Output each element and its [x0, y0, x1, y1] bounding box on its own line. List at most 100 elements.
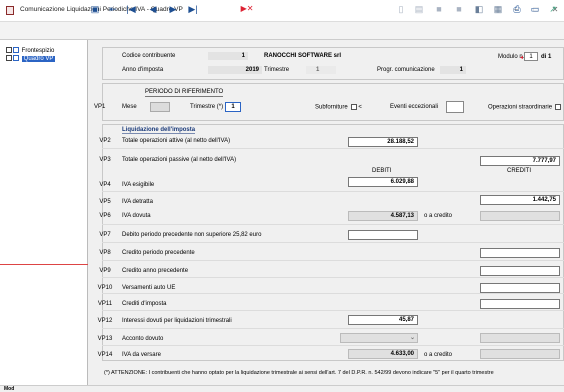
subforniture-checkbox[interactable]: [350, 104, 357, 110]
panel2-icon[interactable]: ■: [452, 3, 466, 15]
vp14-debiti-field: 4.633,00: [348, 349, 418, 359]
progr-label: Progr. comunicazione: [377, 67, 435, 73]
vp7-debiti-field[interactable]: [348, 230, 418, 240]
tree-item-frontespizio[interactable]: Frontespizio: [6, 47, 54, 55]
row-label: Credito anno precedente: [122, 268, 189, 274]
row-code: VP2: [99, 138, 111, 144]
row-label: Crediti d'imposta: [122, 301, 167, 307]
vp9-crediti-field[interactable]: [480, 266, 560, 276]
row-code: VP10: [97, 285, 113, 291]
vp6-suffix: o a credito: [424, 213, 453, 219]
vp4-debiti-field[interactable]: 6.029,88: [348, 177, 418, 187]
row-separator: [102, 242, 564, 243]
save-icon[interactable]: ▣: [88, 3, 102, 15]
row-separator: [102, 328, 564, 329]
row-code: VP9: [99, 268, 111, 274]
trimestre-label: Trimestre (*): [190, 104, 224, 110]
vp8-crediti-field[interactable]: [480, 248, 560, 258]
row-label: Debito periodo precedente non superiore …: [122, 232, 262, 238]
toolbar: [0, 22, 564, 40]
anno-value: 2019: [208, 66, 262, 74]
debiti-header: DEBITI: [372, 168, 392, 174]
first-icon[interactable]: |◀: [124, 3, 138, 15]
crediti-header: CREDITI: [507, 168, 531, 174]
modulo-prev-icon[interactable]: ◂: [520, 54, 523, 61]
row-code: VP4: [99, 182, 111, 188]
tree-checked-icon[interactable]: [13, 47, 19, 54]
tree-checked-icon[interactable]: [13, 55, 19, 62]
mese-label: Mese: [122, 104, 137, 110]
help-icon[interactable]: ◧: [472, 3, 486, 15]
eventi-label: Eventi eccezionali: [390, 104, 439, 110]
row-separator: [102, 191, 564, 192]
row-label: Versamenti auto UE: [122, 285, 176, 291]
tree-item-quadro-vp[interactable]: Quadro VP: [6, 55, 56, 63]
operazioni-checkbox[interactable]: [555, 104, 562, 110]
vp10-crediti-field[interactable]: [480, 283, 560, 293]
monitor-icon[interactable]: ▭: [528, 3, 542, 15]
tree-checkbox-icon[interactable]: [6, 55, 12, 62]
row-code: VP3: [99, 157, 111, 163]
navigation-tree: [0, 40, 88, 392]
panel-icon[interactable]: ■: [432, 3, 446, 15]
vp12-debiti-field[interactable]: 45,87: [348, 315, 418, 325]
subforniture-label: Subforniture <: [315, 104, 362, 111]
row-label: IVA detratta: [122, 199, 153, 205]
row-code: VP13: [97, 336, 113, 342]
row-code: VP7: [99, 232, 111, 238]
modulo-input[interactable]: 1: [524, 52, 538, 61]
vp13-crediti-field: [480, 333, 560, 343]
row-separator: [102, 310, 564, 311]
codice-value: 1: [208, 52, 248, 60]
vp1-code: VP1: [94, 104, 106, 110]
row-code: VP5: [99, 199, 111, 205]
row-label: Credito periodo precedente: [122, 250, 195, 256]
last-icon[interactable]: ▶|: [186, 3, 200, 15]
anno-label: Anno d'imposta: [122, 67, 164, 73]
row-label: IVA esigibile: [122, 182, 155, 188]
row-separator: [102, 224, 564, 225]
prev-icon[interactable]: ◀: [146, 3, 160, 15]
mese-input[interactable]: [150, 102, 170, 112]
vp2-debiti-field[interactable]: 28.188,52: [348, 137, 418, 147]
row-code: VP6: [99, 213, 111, 219]
exit-icon[interactable]: ⇤: [106, 3, 120, 15]
periodo-title: PERIODO DI RIFERIMENTO: [145, 89, 224, 97]
print-icon[interactable]: ⎙: [510, 3, 524, 15]
vp11-crediti-field[interactable]: [480, 299, 560, 309]
row-separator: [102, 148, 564, 149]
company-name: RANOCCHI SOFTWARE srl: [264, 53, 342, 59]
row-separator: [102, 260, 564, 261]
liquidazione-title: Liquidazione dell'imposta: [122, 127, 196, 134]
row-code: VP8: [99, 250, 111, 256]
next-icon[interactable]: ▶: [166, 3, 180, 15]
row-code: VP12: [97, 318, 113, 324]
dropdown-arrow-icon: ⌄: [409, 335, 415, 341]
tree-item-label: Quadro VP: [21, 56, 56, 62]
row-label: IVA da versare: [122, 352, 161, 358]
row-separator: [102, 293, 564, 294]
vp13-acconto-select[interactable]: ⌄: [340, 333, 418, 343]
grid-icon[interactable]: ▦: [491, 3, 505, 15]
row-separator: [102, 345, 564, 346]
trimestre-input[interactable]: 1: [225, 102, 241, 112]
eventi-input[interactable]: [446, 101, 464, 113]
tree-item-label: Frontespizio: [21, 48, 55, 54]
row-label: Interessi dovuti per liquidazioni trimes…: [122, 318, 232, 324]
vp5-crediti-field[interactable]: 1.442,75: [480, 195, 560, 205]
delete-icon[interactable]: ▶✕: [240, 3, 254, 15]
codice-label: Codice contribuente: [122, 53, 176, 59]
progr-value: 1: [440, 66, 466, 74]
doc-icon[interactable]: ▤: [412, 3, 426, 15]
tree-checkbox-icon[interactable]: [6, 47, 12, 54]
row-label: IVA dovuta: [122, 213, 151, 219]
vp14-crediti-field: [480, 349, 560, 359]
status-bar: [0, 385, 564, 392]
vp6-crediti-field: [480, 211, 560, 221]
export-icon[interactable]: ↗: [546, 3, 560, 15]
vp3-crediti-field[interactable]: 7.777,97: [480, 156, 560, 166]
trimestre-header-label: Trimestre: [264, 67, 290, 73]
vp14-suffix: o a credito: [424, 352, 453, 358]
print-preview-icon[interactable]: ▯: [394, 3, 408, 15]
footnote: (*) ATTENZIONE: I contribuenti che hanno…: [104, 370, 494, 376]
